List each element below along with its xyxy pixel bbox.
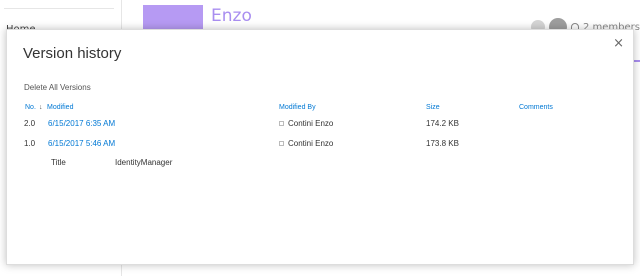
version-modified-by[interactable]: Contini Enzo <box>279 139 333 148</box>
modified-by-name: Contini Enzo <box>288 139 334 148</box>
version-modified-by[interactable]: Contini Enzo <box>279 119 333 128</box>
column-header-no[interactable]: No. <box>25 104 36 111</box>
modified-by-name: Contini Enzo <box>288 119 334 128</box>
version-size: 173.8 KB <box>426 139 459 148</box>
version-size: 174.2 KB <box>426 119 459 128</box>
version-number: 2.0 <box>24 119 36 128</box>
version-modified-link[interactable]: 6/15/2017 6:35 AM <box>48 119 115 128</box>
version-row: 2.0 6/15/2017 6:35 AM Contini Enzo 174.2… <box>7 119 633 131</box>
presence-icon <box>279 121 284 126</box>
presence-icon <box>279 141 284 146</box>
close-icon[interactable]: × <box>613 36 624 51</box>
column-header-comments[interactable]: Comments <box>519 104 553 111</box>
dialog-title: Version history <box>23 45 122 62</box>
nav-divider <box>4 8 114 9</box>
version-modified-link[interactable]: 6/15/2017 5:46 AM <box>48 139 115 148</box>
column-header-modified[interactable]: Modified <box>47 104 73 111</box>
column-header-modified-by[interactable]: Modified By <box>279 104 316 111</box>
property-value-title: IdentityManager <box>115 158 173 167</box>
delete-all-versions-link[interactable]: Delete All Versions <box>24 83 91 92</box>
site-title[interactable]: Enzo <box>211 6 252 26</box>
version-number: 1.0 <box>24 139 36 148</box>
property-label-title: Title <box>51 158 66 167</box>
version-history-dialog: × Version history Delete All Versions No… <box>6 29 634 265</box>
column-header-size[interactable]: Size <box>426 104 440 111</box>
sort-down-icon[interactable]: ↓ <box>39 104 43 111</box>
version-row: 1.0 6/15/2017 5:46 AM Contini Enzo 173.8… <box>7 139 633 151</box>
